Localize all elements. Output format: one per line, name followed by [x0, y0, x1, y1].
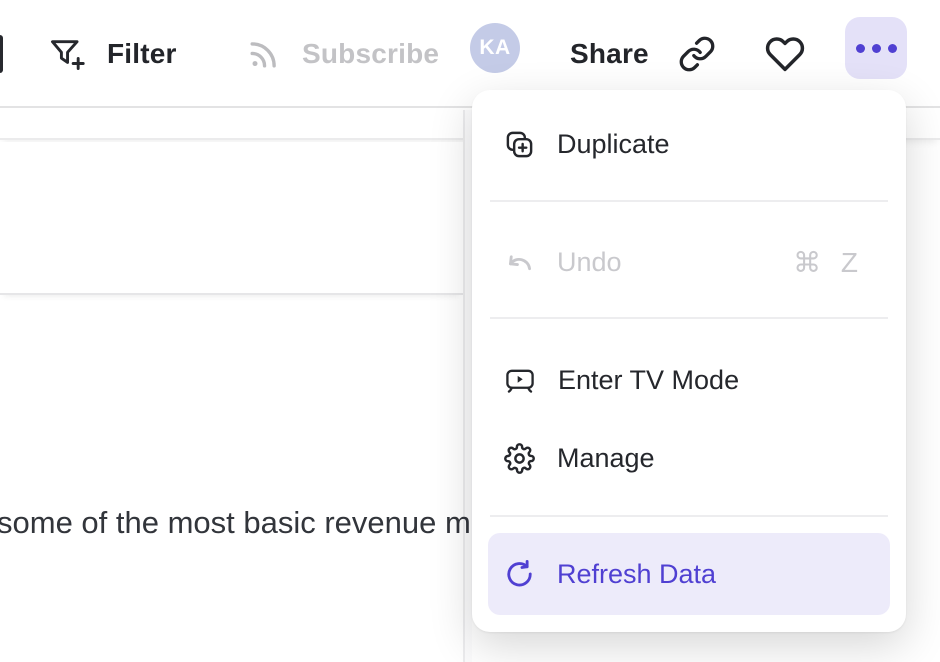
- cropped-left-icon: [0, 35, 3, 73]
- filter-label: Filter: [107, 38, 177, 70]
- menu-item-label: Refresh Data: [557, 559, 716, 590]
- avatar-initials: KA: [479, 36, 510, 60]
- menu-item-enter-tv-mode[interactable]: Enter TV Mode: [488, 342, 890, 418]
- heart-icon: [764, 34, 806, 74]
- ellipsis-icon: [856, 44, 865, 53]
- subscribe-label: Subscribe: [302, 38, 439, 70]
- gear-icon: [504, 443, 535, 474]
- subscribe-button[interactable]: Subscribe: [246, 0, 439, 108]
- menu-item-label: Enter TV Mode: [558, 365, 739, 396]
- content-right-edge: [463, 110, 472, 662]
- menu-item-label: Undo: [557, 247, 622, 278]
- more-options-button[interactable]: [845, 17, 907, 79]
- avatar[interactable]: KA: [470, 23, 520, 73]
- menu-divider: [490, 200, 888, 202]
- refresh-icon: [504, 559, 535, 590]
- more-options-menu: Duplicate Undo ⌘ Z Enter TV Mode: [472, 90, 906, 632]
- menu-divider: [490, 515, 888, 517]
- menu-item-refresh-data[interactable]: Refresh Data: [488, 533, 890, 615]
- share-label: Share: [570, 38, 649, 70]
- duplicate-icon: [504, 129, 535, 160]
- keyboard-shortcut: ⌘ Z: [793, 246, 864, 279]
- filter-plus-icon: [48, 36, 86, 72]
- undo-icon: [504, 247, 535, 278]
- filter-button[interactable]: Filter: [48, 0, 177, 108]
- link-icon: [678, 35, 716, 73]
- tv-play-icon: [504, 365, 536, 396]
- menu-item-undo[interactable]: Undo ⌘ Z: [488, 224, 890, 300]
- menu-item-duplicate[interactable]: Duplicate: [488, 106, 890, 182]
- rss-icon: [246, 36, 282, 72]
- screen: some of the most basic revenue m Filter …: [0, 0, 940, 662]
- menu-item-label: Manage: [557, 443, 655, 474]
- menu-item-label: Duplicate: [557, 129, 670, 160]
- content-card: [0, 142, 463, 295]
- menu-divider: [490, 317, 888, 319]
- menu-item-manage[interactable]: Manage: [488, 418, 890, 498]
